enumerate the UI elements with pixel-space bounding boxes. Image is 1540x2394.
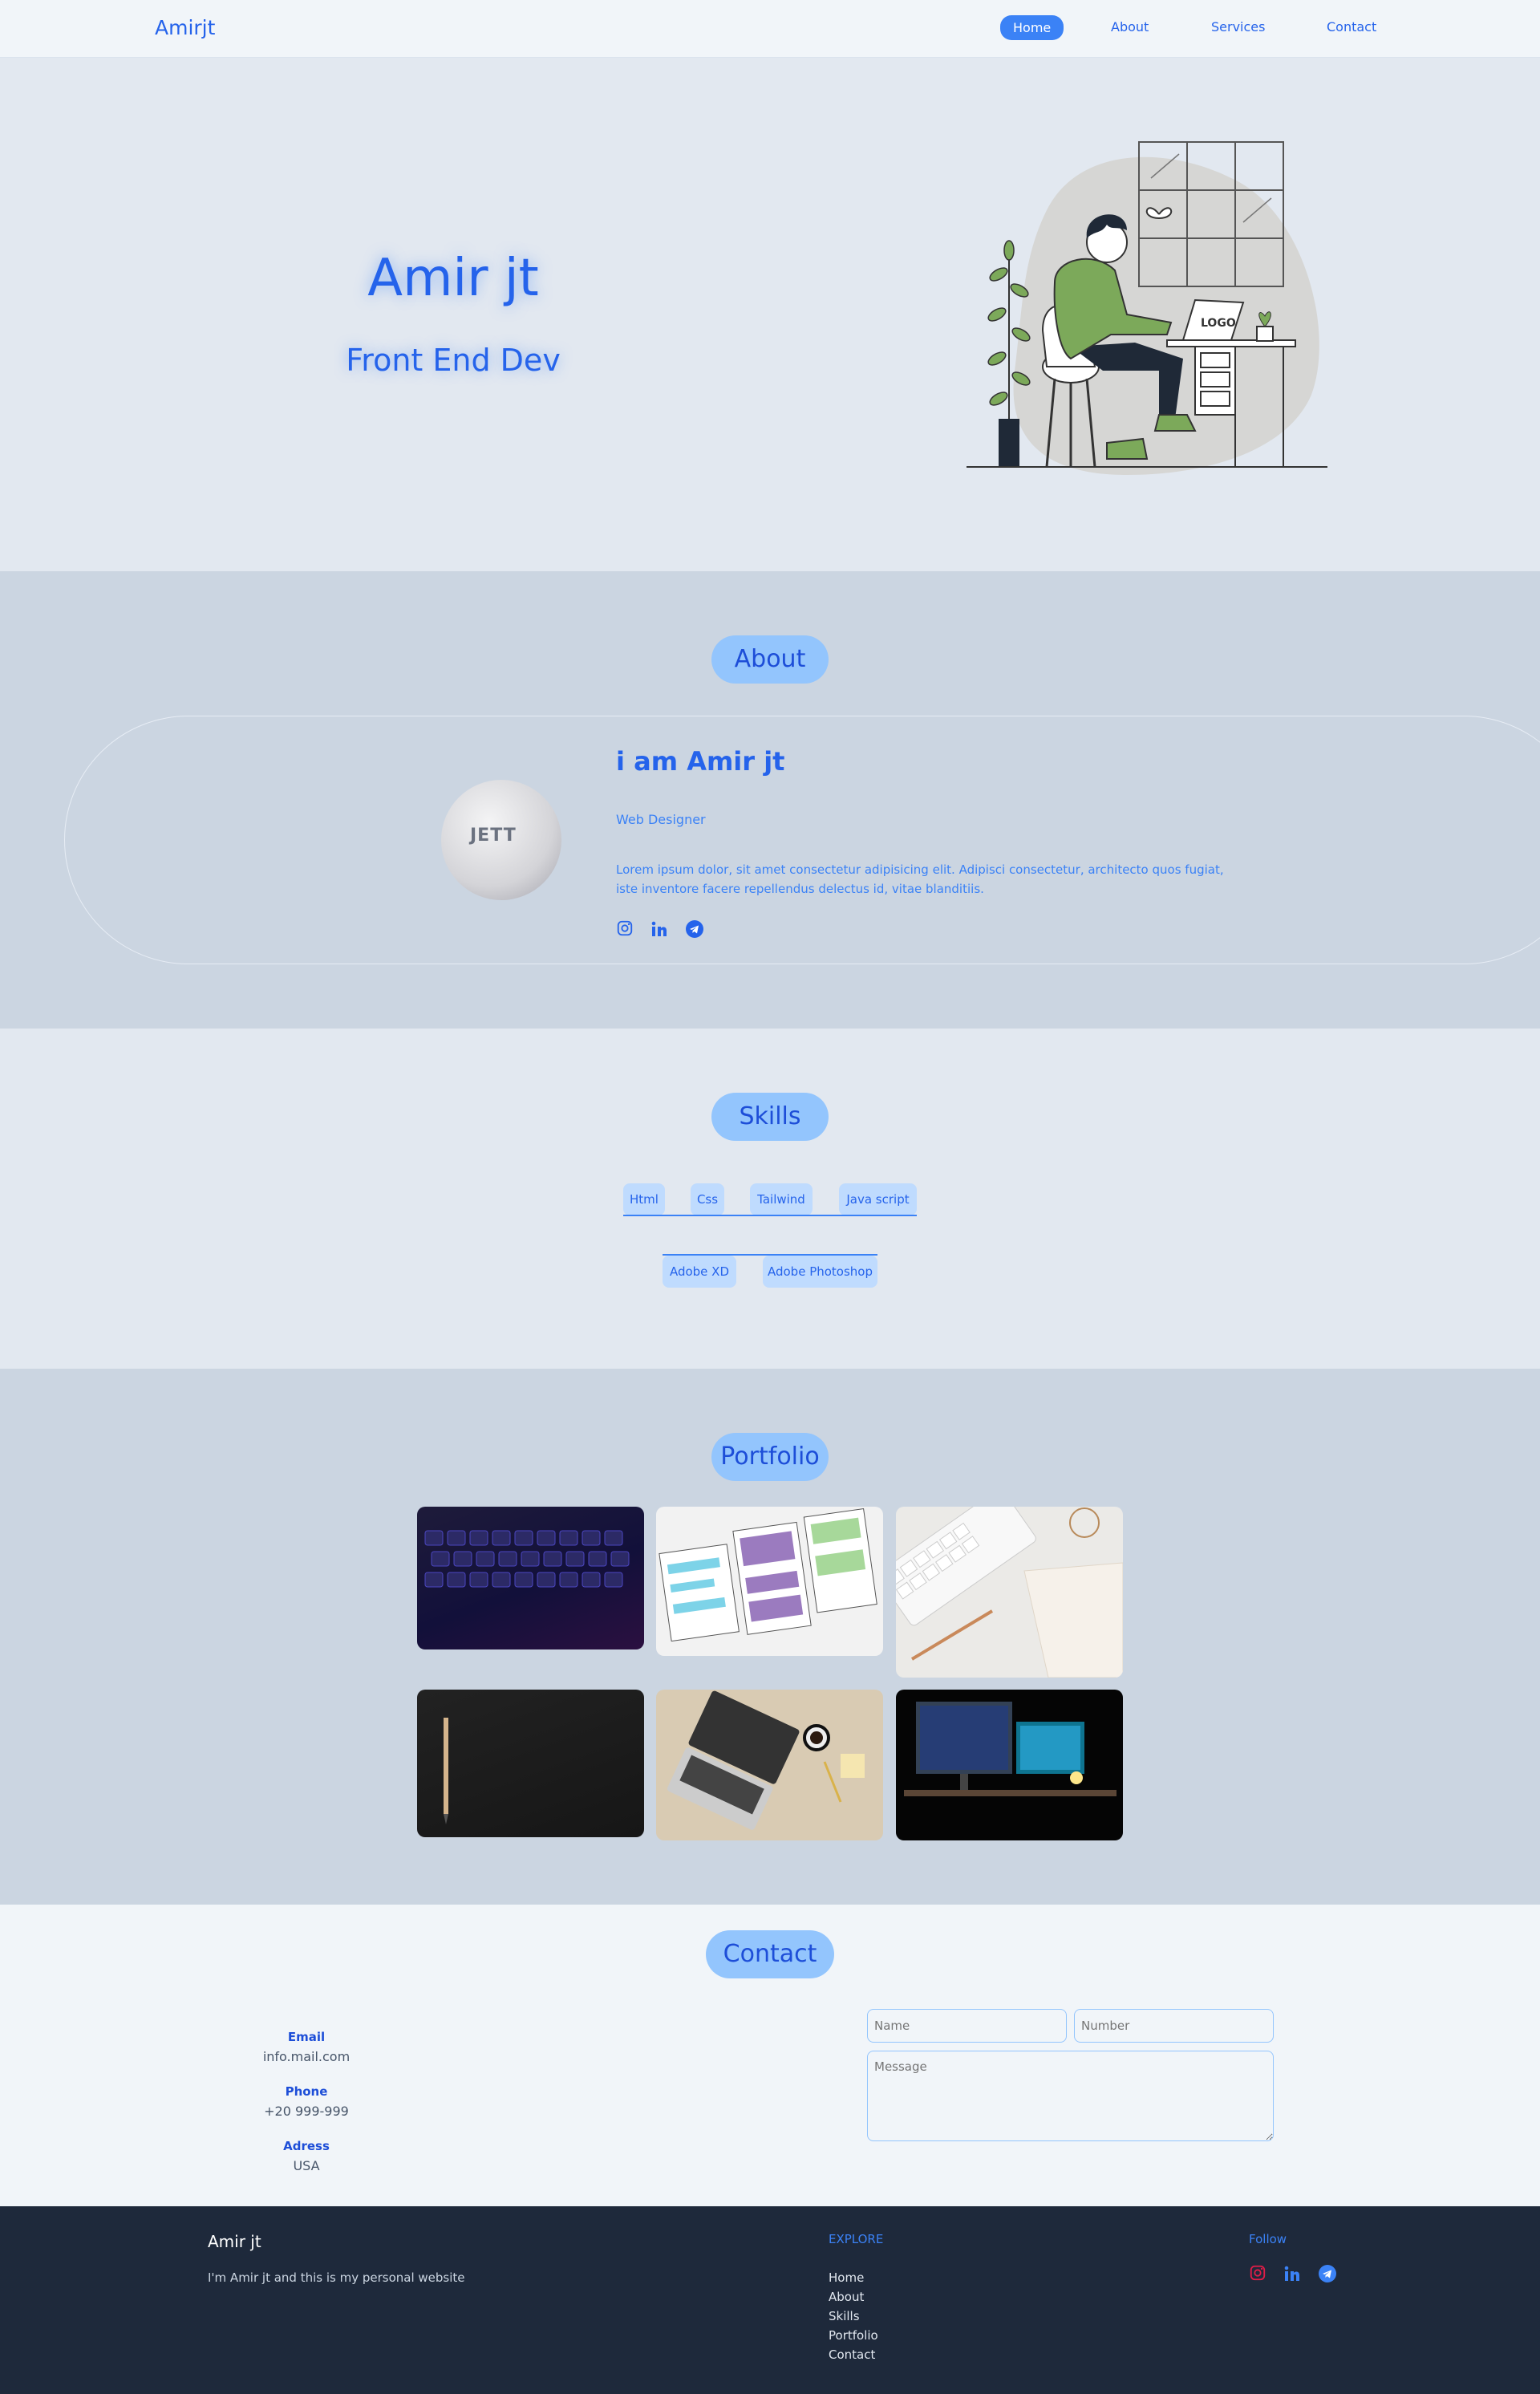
about-social-links <box>616 919 704 942</box>
portfolio-heading: Portfolio <box>711 1433 829 1481</box>
footer-link-contact[interactable]: Contact <box>829 2347 875 2362</box>
contact-heading: Contact <box>706 1930 834 1978</box>
about-role: Web Designer <box>616 812 706 827</box>
nav-item-home[interactable]: Home <box>1000 15 1064 40</box>
footer: Amir jt I'm Amir jt and this is my perso… <box>0 2206 1540 2394</box>
instagram-icon[interactable] <box>1249 2264 1266 2286</box>
about-section: About JETT i am Amir jt Web Designer Lor… <box>0 571 1540 1029</box>
about-card <box>64 716 1540 964</box>
footer-explore-heading: EXPLORE <box>829 2232 884 2246</box>
skills-heading: Skills <box>711 1093 829 1141</box>
email-label: Email <box>287 2030 326 2044</box>
top-navbar: Amirjt Home About Services Contact <box>0 0 1540 58</box>
skill-tailwind: Tailwind <box>750 1183 813 1215</box>
footer-description: I'm Amir jt and this is my personal webs… <box>208 2270 465 2285</box>
contact-section: Contact Email info.mail.com Phone +20 99… <box>0 1905 1540 2206</box>
footer-brand: Amir jt <box>208 2232 261 2251</box>
address-label: Adress <box>283 2139 330 2153</box>
avatar-logo-text: JETT <box>470 826 517 846</box>
footer-link-home[interactable]: Home <box>829 2270 864 2285</box>
svg-text:LOGO: LOGO <box>1201 317 1236 330</box>
brand-logo[interactable]: Amirjt <box>155 16 215 39</box>
about-heading: About <box>711 635 829 684</box>
skills-underline <box>623 1215 917 1216</box>
telegram-icon[interactable] <box>685 919 704 942</box>
skills-section: Skills Html Css Tailwind Java script Ado… <box>0 1029 1540 1369</box>
name-input[interactable] <box>867 2009 1067 2043</box>
phone-label: Phone <box>285 2084 328 2099</box>
portfolio-item-monitors[interactable] <box>896 1690 1123 1840</box>
number-input[interactable] <box>1074 2009 1274 2043</box>
message-textarea[interactable] <box>867 2051 1274 2141</box>
skill-adobe-photoshop: Adobe Photoshop <box>763 1256 877 1288</box>
nav-item-contact[interactable]: Contact <box>1327 19 1376 34</box>
portfolio-item-wireframe[interactable] <box>656 1507 883 1656</box>
skill-css: Css <box>691 1183 724 1215</box>
footer-follow-heading: Follow <box>1249 2232 1287 2246</box>
portfolio-item-laptop[interactable] <box>656 1690 883 1840</box>
wireframe-sketch-photo <box>659 1508 877 1642</box>
hero-title: Amir jt <box>367 249 539 308</box>
footer-link-about[interactable]: About <box>829 2290 864 2304</box>
desk-keyboard-photo <box>896 1507 1123 1678</box>
linkedin-icon[interactable] <box>650 919 669 942</box>
avatar: JETT <box>441 780 561 900</box>
skill-javascript: Java script <box>839 1183 917 1215</box>
hero-subtitle: Front End Dev <box>346 343 561 378</box>
about-description: Lorem ipsum dolor, sit amet consectetur … <box>616 862 1224 896</box>
pencil-photo <box>444 1718 448 1824</box>
nav-item-about[interactable]: About <box>1111 19 1149 34</box>
footer-link-portfolio[interactable]: Portfolio <box>829 2328 878 2343</box>
telegram-icon[interactable] <box>1318 2264 1337 2286</box>
portfolio-item-pencil[interactable] <box>417 1690 644 1837</box>
address-value: USA <box>293 2158 320 2173</box>
phone-value: +20 999-999 <box>264 2104 349 2119</box>
portfolio-item-keyboard[interactable] <box>417 1507 644 1649</box>
monitor-setup-photo <box>904 1702 1116 1796</box>
instagram-icon[interactable] <box>616 919 634 942</box>
developer-illustration: LOGO <box>967 141 1327 475</box>
footer-link-skills[interactable]: Skills <box>829 2309 860 2323</box>
skill-adobe-xd: Adobe XD <box>663 1256 736 1288</box>
portfolio-section: Portfolio <box>0 1369 1540 1905</box>
nav-item-services[interactable]: Services <box>1211 19 1265 34</box>
email-value: info.mail.com <box>262 2049 351 2064</box>
keyboard-photo <box>424 1530 630 1588</box>
footer-social-links <box>1249 2264 1337 2286</box>
portfolio-item-desk[interactable] <box>896 1507 1123 1678</box>
skill-html: Html <box>623 1183 665 1215</box>
linkedin-icon[interactable] <box>1283 2264 1302 2286</box>
hero-section: Amir jt Front End Dev LOGO <box>0 58 1540 571</box>
about-name: i am Amir jt <box>616 746 785 777</box>
laptop-coffee-photo <box>667 1690 865 1830</box>
